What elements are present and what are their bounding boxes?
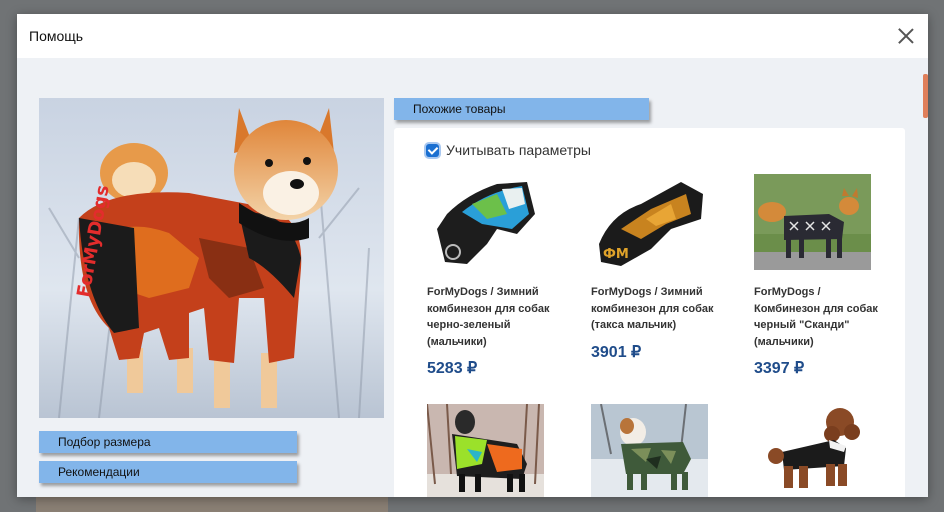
product-card[interactable] bbox=[427, 404, 577, 497]
product-photo: ForMyDogs bbox=[39, 98, 384, 418]
product-image[interactable] bbox=[427, 174, 544, 270]
product-price: 3397 ₽ bbox=[754, 360, 805, 377]
product-image[interactable] bbox=[427, 404, 544, 497]
product-card[interactable]: ForMyDogs / Комбинезон для собак черный … bbox=[754, 174, 904, 378]
product-card[interactable] bbox=[591, 404, 741, 497]
modal-title: Помощь bbox=[29, 28, 84, 44]
product-price: 5283 ₽ bbox=[427, 360, 478, 377]
help-modal: Помощь ForMyDogs Подбор размера Рекоменд… bbox=[17, 14, 928, 497]
product-image[interactable] bbox=[754, 174, 871, 270]
size-picker-button[interactable]: Подбор размера bbox=[39, 431, 297, 453]
modal-header: Помощь bbox=[17, 14, 928, 58]
product-card[interactable]: ФМ ForMyDogs / Зимний комбинезон для соб… bbox=[591, 174, 741, 362]
product-image[interactable]: ФМ bbox=[591, 174, 708, 270]
tab-similar-products[interactable]: Похожие товары bbox=[394, 98, 649, 120]
product-image[interactable] bbox=[591, 404, 708, 497]
product-title[interactable]: ForMyDogs / Зимний комбинезон для собак … bbox=[591, 284, 716, 334]
product-title[interactable]: ForMyDogs / Зимний комбинезон для собак … bbox=[427, 284, 552, 350]
similar-products-panel: Учитывать параметры ForMyDogs / Зимний к… bbox=[394, 128, 905, 497]
consider-params-label: Учитывать параметры bbox=[446, 142, 591, 158]
product-title[interactable]: ForMyDogs / Комбинезон для собак черный … bbox=[754, 284, 879, 350]
close-icon[interactable] bbox=[896, 26, 916, 46]
recommendations-button[interactable]: Рекомендации bbox=[39, 461, 297, 483]
product-image[interactable] bbox=[754, 404, 871, 497]
consider-params-row[interactable]: Учитывать параметры bbox=[426, 142, 591, 158]
product-price: 3901 ₽ bbox=[591, 343, 642, 361]
product-card[interactable] bbox=[754, 404, 904, 497]
svg-text:ФМ: ФМ bbox=[603, 247, 629, 262]
consider-params-checkbox[interactable] bbox=[426, 143, 439, 157]
scrollbar-thumb[interactable] bbox=[923, 74, 928, 118]
modal-body: ForMyDogs Подбор размера Рекомендации По… bbox=[17, 58, 928, 497]
product-card[interactable]: ForMyDogs / Зимний комбинезон для собак … bbox=[427, 174, 577, 378]
